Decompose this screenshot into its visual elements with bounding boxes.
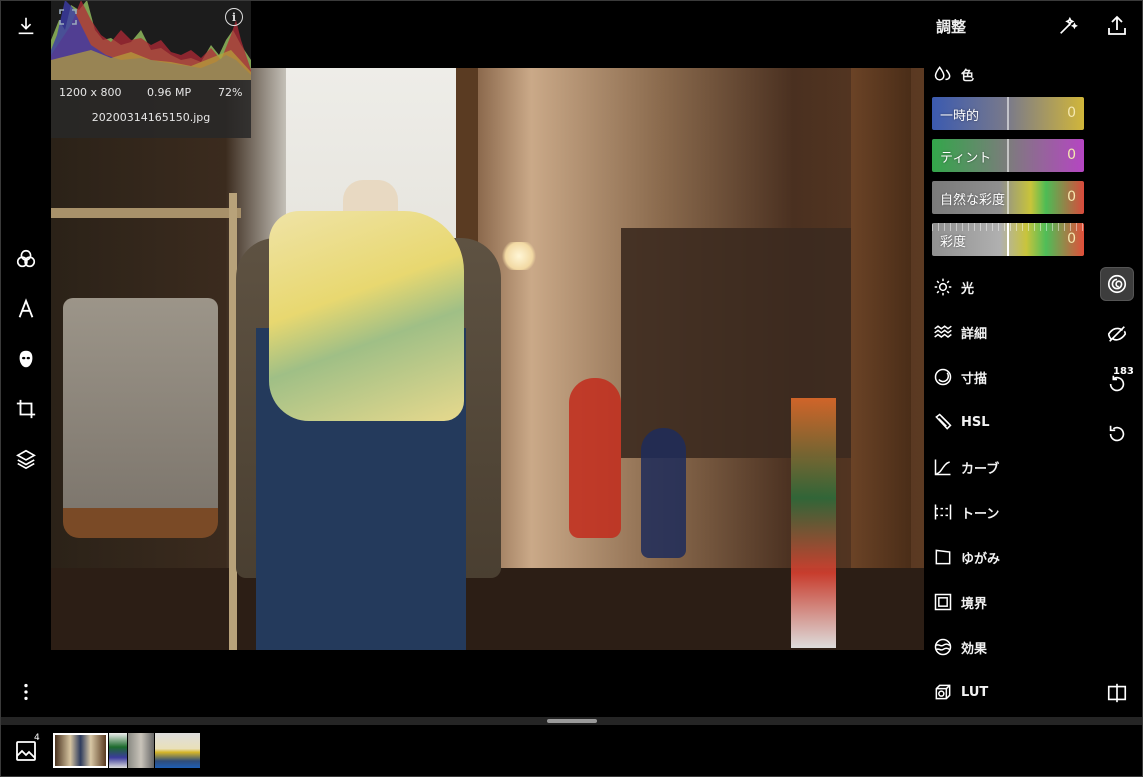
- section-hsl[interactable]: HSL: [931, 409, 1091, 435]
- photo-region: [63, 508, 218, 538]
- text-icon: [18, 298, 34, 318]
- color-circles-icon: [16, 249, 36, 268]
- gallery-count-badge: 4: [34, 733, 40, 743]
- magic-wand-icon[interactable]: [1057, 15, 1079, 37]
- slider-value: 0: [1067, 105, 1076, 121]
- section-label: 効果: [961, 641, 988, 657]
- section-effects[interactable]: 効果: [931, 634, 1091, 660]
- tint-slider[interactable]: ティント 0: [932, 139, 1084, 172]
- crop-icon: [16, 399, 36, 419]
- download-icon: [18, 17, 34, 35]
- download-button[interactable]: [10, 10, 42, 42]
- info-icon[interactable]: i: [225, 8, 243, 26]
- slider-label: 一時的: [940, 109, 980, 124]
- border-icon: [931, 590, 955, 614]
- section-vignette[interactable]: 寸描: [931, 364, 1091, 390]
- effects-icon: [931, 635, 955, 659]
- histogram: [51, 0, 251, 80]
- photo-canvas[interactable]: [51, 68, 924, 650]
- section-detail[interactable]: 詳細: [931, 319, 1091, 345]
- sun-icon: [931, 275, 955, 299]
- compare-split-icon: [1107, 683, 1127, 703]
- section-light[interactable]: 光: [931, 274, 1091, 300]
- vibrance-slider[interactable]: 自然な彩度 0: [932, 181, 1084, 214]
- section-label: 色: [961, 68, 975, 84]
- expand-icon[interactable]: [58, 8, 78, 26]
- section-border[interactable]: 境界: [931, 589, 1091, 615]
- photo-region: [63, 298, 218, 528]
- slider-value: 0: [1067, 231, 1076, 247]
- section-label: トーン: [961, 506, 1000, 522]
- tone-icon: [931, 500, 955, 524]
- vertical-dots-icon: [24, 683, 28, 701]
- slider-center-mark: [1007, 97, 1009, 130]
- section-lut[interactable]: LUT: [931, 679, 1091, 705]
- thumbnail-selected[interactable]: [53, 733, 108, 768]
- layers-icon: [16, 449, 36, 470]
- vignette-icon: [931, 365, 955, 389]
- section-label: ゆがみ: [961, 551, 1001, 567]
- section-distortion[interactable]: ゆがみ: [931, 544, 1091, 570]
- layers-button[interactable]: [10, 443, 42, 475]
- eye-off-icon: [1107, 326, 1127, 342]
- photo-region: [851, 68, 911, 650]
- saturation-slider[interactable]: 彩度 0: [932, 223, 1084, 256]
- temperature-slider[interactable]: 一時的 0: [932, 97, 1084, 130]
- droplets-icon: [931, 62, 955, 86]
- undo-button[interactable]: [1100, 417, 1134, 451]
- slider-center-mark: [1007, 181, 1009, 214]
- share-icon[interactable]: [1105, 14, 1129, 38]
- slider-value: 0: [1067, 147, 1076, 163]
- more-menu-button[interactable]: [10, 676, 42, 708]
- waves-icon: [931, 320, 955, 344]
- slider-label: 自然な彩度: [940, 193, 1006, 208]
- section-label: 寸描: [961, 371, 988, 387]
- adjust-tool-button[interactable]: [1100, 267, 1134, 301]
- thumbnail[interactable]: [155, 733, 200, 768]
- section-label: カーブ: [961, 461, 1000, 477]
- spiral-icon: [1107, 274, 1127, 294]
- thumbnail[interactable]: [128, 733, 154, 768]
- section-label: HSL: [961, 414, 990, 430]
- photo-region: [791, 398, 836, 648]
- image-filename: 20200314165150.jpg: [91, 111, 211, 124]
- section-tone[interactable]: トーン: [931, 499, 1091, 525]
- photo-region: [641, 428, 686, 558]
- hsl-brush-icon: [931, 410, 955, 434]
- text-tool-button[interactable]: [10, 293, 42, 325]
- image-megapixels: 0.96 MP: [147, 86, 192, 99]
- photo-region: [569, 378, 621, 538]
- section-curve[interactable]: カーブ: [931, 454, 1091, 480]
- slider-center-mark: [1007, 139, 1009, 172]
- resize-handle[interactable]: [547, 719, 597, 723]
- toggle-original-button[interactable]: [1100, 317, 1134, 351]
- panel-title: 調整: [936, 18, 967, 36]
- image-dimensions: 1200 x 800: [59, 86, 122, 99]
- photo-region: [51, 208, 241, 218]
- crop-button[interactable]: [10, 393, 42, 425]
- section-color[interactable]: 色: [931, 61, 1091, 87]
- section-label: 光: [961, 281, 975, 297]
- distortion-icon: [931, 545, 955, 569]
- history-count-badge: 183: [1113, 366, 1134, 377]
- compare-button[interactable]: [1100, 676, 1134, 710]
- section-label: 境界: [961, 596, 988, 612]
- slider-value: 0: [1067, 189, 1076, 205]
- slider-handle[interactable]: [1007, 223, 1009, 256]
- color-mixer-button[interactable]: [10, 243, 42, 275]
- curve-icon: [931, 455, 955, 479]
- section-label: LUT: [961, 684, 989, 700]
- undo-icon: [1109, 425, 1125, 442]
- face-tool-button[interactable]: [10, 343, 42, 375]
- zoom-level: 72%: [218, 86, 243, 99]
- photo-region: [499, 242, 539, 270]
- thumbnail[interactable]: [109, 733, 127, 768]
- image-info-panel: 1200 x 800 0.96 MP 72% 20200314165150.jp…: [51, 80, 251, 138]
- photo-region: [269, 211, 464, 421]
- face-mask-icon: [19, 350, 33, 368]
- slider-label: 彩度: [940, 235, 967, 250]
- slider-label: ティント: [940, 151, 992, 166]
- lut-cube-icon: [931, 680, 955, 704]
- section-label: 詳細: [961, 326, 988, 342]
